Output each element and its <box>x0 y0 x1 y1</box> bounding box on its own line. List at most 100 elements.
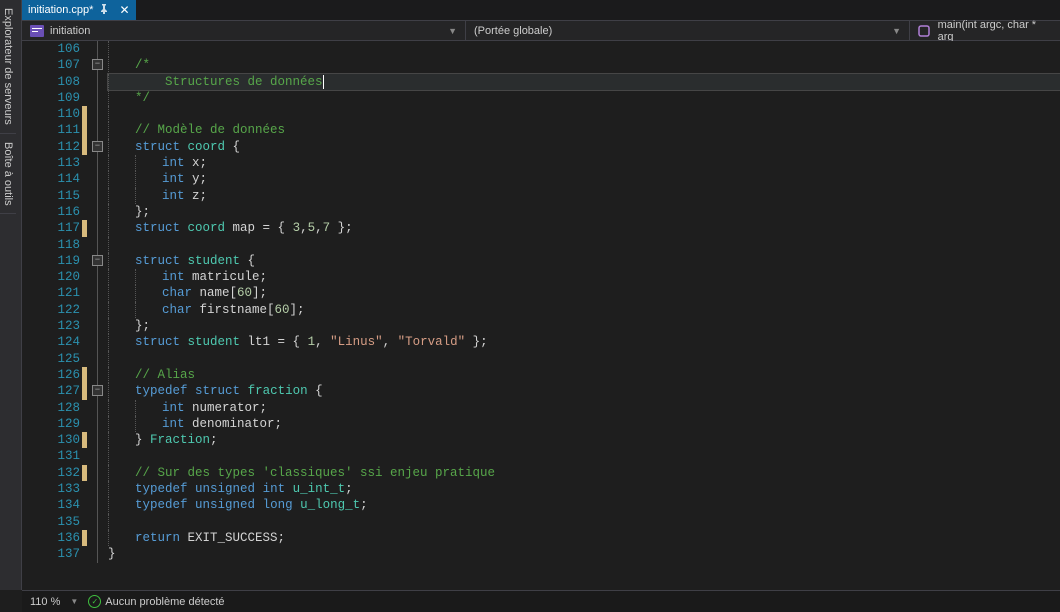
code-line[interactable]: struct coord { <box>108 139 1060 155</box>
line-number: 130 <box>22 432 80 448</box>
nav-scope-label: (Portée globale) <box>474 25 552 37</box>
code-line[interactable]: // Sur des types 'classiques' ssi enjeu … <box>108 465 1060 481</box>
change-marker <box>82 432 87 448</box>
indent-guide <box>108 400 135 416</box>
nav-member-label: main(int argc, char * arg <box>938 19 1052 43</box>
line-number-gutter: 1061071081091101111121131141151161171181… <box>22 41 90 590</box>
code-editor[interactable]: 1061071081091101111121131141151161171181… <box>22 41 1060 590</box>
indent-guide <box>108 171 135 187</box>
code-line[interactable]: char firstname[60]; <box>108 302 1060 318</box>
status-no-issues[interactable]: ✓ Aucun problème détecté <box>88 595 224 608</box>
indent-guide <box>108 465 135 481</box>
code-line[interactable]: */ <box>108 90 1060 106</box>
line-number: 125 <box>22 351 80 367</box>
code-line[interactable] <box>108 351 1060 367</box>
indent-guide <box>108 334 135 350</box>
code-line[interactable]: typedef struct fraction { <box>108 383 1060 399</box>
indent-guide <box>108 155 135 171</box>
chevron-down-icon[interactable]: ▼ <box>70 597 78 606</box>
nav-project-dropdown[interactable]: initiation ▼ <box>22 21 466 40</box>
line-number: 128 <box>22 400 80 416</box>
code-line[interactable]: // Modèle de données <box>108 122 1060 138</box>
indent-guide <box>108 448 135 464</box>
code-line[interactable]: struct student lt1 = { 1, "Linus", "Torv… <box>108 334 1060 350</box>
fold-toggle[interactable]: − <box>92 141 103 152</box>
indent-guide <box>108 481 135 497</box>
code-line[interactable]: struct student { <box>108 253 1060 269</box>
line-number: 114 <box>22 171 80 187</box>
indent-guide <box>108 106 135 122</box>
document-tab-active[interactable]: initiation.cpp* ✕ <box>22 0 136 20</box>
code-line[interactable]: typedef unsigned int u_int_t; <box>108 481 1060 497</box>
line-number: 127 <box>22 383 80 399</box>
line-number: 118 <box>22 237 80 253</box>
indent-guide <box>108 41 135 57</box>
fold-toggle[interactable]: − <box>92 59 103 70</box>
code-line[interactable]: // Alias <box>108 367 1060 383</box>
tab-title: initiation.cpp* <box>28 4 93 16</box>
code-line[interactable] <box>108 514 1060 530</box>
fold-column: − − − − <box>90 41 108 590</box>
indent-guide <box>108 416 135 432</box>
code-line[interactable]: int z; <box>108 188 1060 204</box>
status-message: Aucun problème détecté <box>105 596 224 608</box>
indent-guide <box>108 204 135 220</box>
nav-project-label: initiation <box>50 25 90 37</box>
code-line[interactable]: int y; <box>108 171 1060 187</box>
code-line[interactable] <box>108 106 1060 122</box>
code-line[interactable]: int matricule; <box>108 269 1060 285</box>
indent-guide <box>108 253 135 269</box>
sidebar-tab-server-explorer[interactable]: Explorateur de serveurs <box>0 0 16 134</box>
close-icon[interactable]: ✕ <box>115 3 129 17</box>
zoom-level[interactable]: 110 % <box>30 596 60 608</box>
change-marker <box>82 465 87 481</box>
indent-guide <box>108 383 135 399</box>
code-line[interactable] <box>108 448 1060 464</box>
code-line[interactable]: } Fraction; <box>108 432 1060 448</box>
sidebar-tab-toolbox[interactable]: Boîte à outils <box>0 134 16 215</box>
code-line[interactable]: int numerator; <box>108 400 1060 416</box>
code-line[interactable]: } <box>108 546 1060 562</box>
function-icon <box>918 25 932 37</box>
fold-toggle[interactable]: − <box>92 255 103 266</box>
change-marker <box>82 220 87 236</box>
code-area[interactable]: /* Structures de données*/ // Modèle de d… <box>108 41 1060 590</box>
line-number: 116 <box>22 204 80 220</box>
line-number: 129 <box>22 416 80 432</box>
text-cursor <box>323 75 324 89</box>
code-line[interactable]: struct coord map = { 3,5,7 }; <box>108 220 1060 236</box>
line-number: 133 <box>22 481 80 497</box>
code-line[interactable]: Structures de données <box>108 74 1060 90</box>
line-number: 108 <box>22 74 80 90</box>
code-line[interactable]: }; <box>108 204 1060 220</box>
indent-guide <box>108 302 135 318</box>
line-number: 136 <box>22 530 80 546</box>
code-line[interactable]: /* <box>108 57 1060 73</box>
line-number: 121 <box>22 285 80 301</box>
indent-guide <box>108 367 135 383</box>
fold-guideline <box>97 41 98 563</box>
indent-guide <box>108 139 135 155</box>
code-line[interactable] <box>108 237 1060 253</box>
line-number: 113 <box>22 155 80 171</box>
pin-icon[interactable] <box>99 4 109 17</box>
code-line[interactable]: int x; <box>108 155 1060 171</box>
change-marker <box>82 383 87 399</box>
indent-guide <box>135 416 162 432</box>
code-line[interactable]: int denominator; <box>108 416 1060 432</box>
line-number: 122 <box>22 302 80 318</box>
nav-scope-dropdown[interactable]: (Portée globale) ▼ <box>466 21 910 40</box>
line-number: 106 <box>22 41 80 57</box>
nav-bar: initiation ▼ (Portée globale) ▼ main(int… <box>22 20 1060 41</box>
code-line[interactable] <box>108 41 1060 57</box>
document-tabbar: initiation.cpp* ✕ <box>22 0 1060 20</box>
indent-guide <box>108 90 135 106</box>
fold-toggle[interactable]: − <box>92 385 103 396</box>
code-line[interactable]: }; <box>108 318 1060 334</box>
indent-guide <box>108 351 135 367</box>
code-line[interactable]: char name[60]; <box>108 285 1060 301</box>
code-line[interactable]: typedef unsigned long u_long_t; <box>108 497 1060 513</box>
indent-guide <box>108 432 135 448</box>
nav-member-dropdown[interactable]: main(int argc, char * arg <box>910 21 1060 40</box>
code-line[interactable]: return EXIT_SUCCESS; <box>108 530 1060 546</box>
